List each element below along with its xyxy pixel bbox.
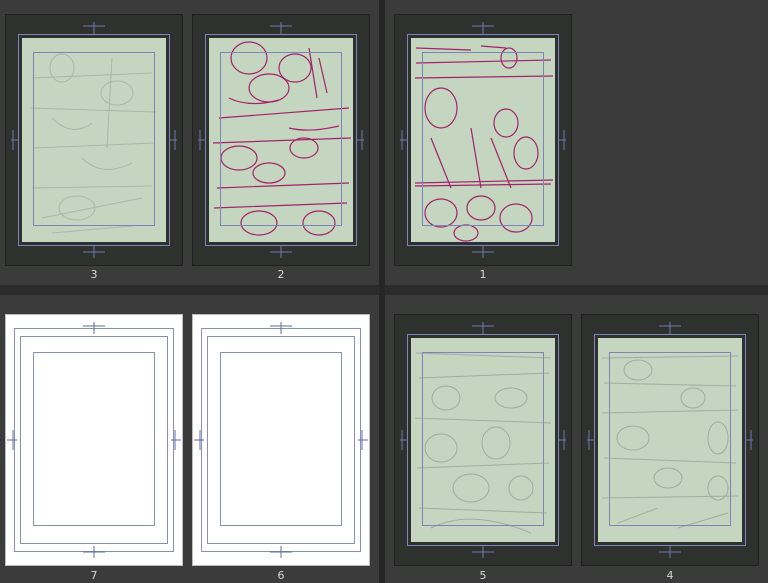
registration-marks [194,322,368,558]
registration-marks [400,322,566,558]
page-number-5: 5 [479,569,487,582]
spread-divider-left [0,285,379,295]
registration-marks [400,22,566,258]
page-thumbnail-2[interactable] [192,14,370,266]
page-number-6: 6 [277,569,285,582]
registration-marks [11,22,177,258]
page-thumbnail-5[interactable] [394,314,572,566]
page-number-4: 4 [666,569,674,582]
page-thumbnail-4[interactable] [581,314,759,566]
page-number-7: 7 [90,569,98,582]
page-thumbnail-3[interactable] [5,14,183,266]
registration-marks [198,22,364,258]
registration-marks [587,322,753,558]
page-thumbnail-1[interactable] [394,14,572,266]
page-number-1: 1 [479,268,487,281]
page-thumbnail-7[interactable] [5,314,183,566]
spread-divider-right [385,285,768,295]
page-thumbnail-6[interactable] [192,314,370,566]
page-number-3: 3 [90,268,98,281]
page-number-2: 2 [277,268,285,281]
registration-marks [7,322,181,558]
